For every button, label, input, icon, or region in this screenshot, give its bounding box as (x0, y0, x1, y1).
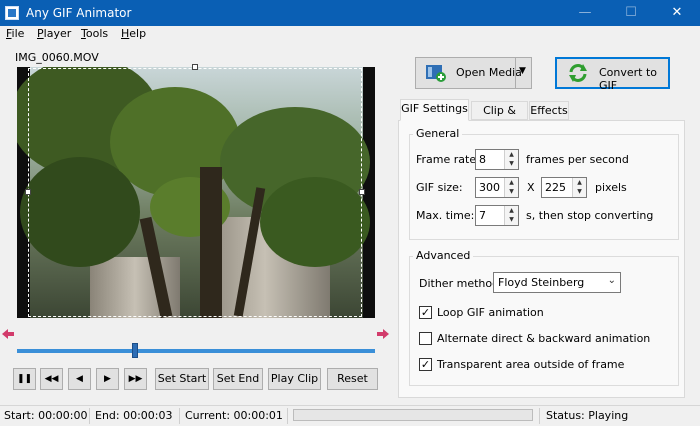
general-group-title: General (413, 127, 463, 140)
chevron-down-icon: ⌄ (607, 275, 616, 286)
spin-arrows-icon[interactable]: ▲ ▼ (504, 150, 518, 169)
menu-bar: File Player Tools Help (0, 26, 700, 44)
menu-tools[interactable]: Tools (81, 27, 108, 40)
maximize-button[interactable]: ☐ (608, 0, 654, 26)
open-media-button[interactable]: Open Media ▼ (415, 57, 532, 89)
tab-gif-settings[interactable]: GIF Settings (400, 99, 469, 121)
transparent-area-checkbox[interactable]: ✓ (419, 358, 432, 371)
max-time-value: 7 (479, 209, 486, 222)
timeline-thumb[interactable] (132, 343, 139, 358)
menu-file-rest: ile (11, 27, 25, 40)
spin-arrows-icon[interactable]: ▲ ▼ (504, 206, 518, 225)
menu-player-rest: layer (43, 27, 72, 40)
status-state: Status: Playing (546, 409, 629, 422)
clip-start-marker[interactable] (2, 328, 14, 340)
tab-clip-crop[interactable]: Clip & Crop (471, 101, 528, 134)
open-media-dropdown[interactable]: ▼ (519, 66, 526, 76)
convert-label: Convert to GIF (599, 66, 658, 92)
alternate-animation-label: Alternate direct & backward animation (437, 332, 651, 345)
reset-button[interactable]: Reset (327, 368, 378, 390)
split-divider (515, 58, 516, 88)
refresh-icon (569, 64, 587, 82)
gif-height-stepper[interactable]: 225 ▲ ▼ (541, 177, 587, 198)
play-clip-button[interactable]: Play Clip (268, 368, 321, 390)
status-divider (287, 408, 288, 424)
spin-down-icon[interactable]: ▼ (509, 216, 514, 223)
max-time-unit: s, then stop converting (526, 209, 654, 222)
transparent-area-label: Transparent area outside of frame (437, 358, 625, 371)
close-button[interactable]: ✕ (654, 0, 700, 26)
spin-down-icon[interactable]: ▼ (577, 188, 582, 195)
tab-effects[interactable]: Effects (529, 101, 569, 120)
gif-size-unit: pixels (595, 181, 627, 194)
max-time-label: Max. time: (416, 209, 475, 222)
gif-width-value: 300 (479, 181, 500, 194)
pause-button[interactable]: ❚❚ (13, 368, 36, 390)
media-icon (426, 65, 446, 82)
status-divider (89, 408, 90, 424)
max-time-stepper[interactable]: 7 ▲ ▼ (475, 205, 519, 226)
media-filename: IMG_0060.MOV (15, 51, 99, 64)
first-frame-button[interactable]: ◀◀ (40, 368, 63, 390)
convert-to-gif-button[interactable]: Convert to GIF (555, 57, 670, 92)
frame-rate-unit: frames per second (526, 153, 629, 166)
spin-arrows-icon[interactable]: ▲ ▼ (572, 178, 586, 197)
dither-method-select[interactable]: Floyd Steinberg ⌄ (493, 272, 621, 293)
menu-help[interactable]: Help (121, 27, 146, 40)
spin-up-icon[interactable]: ▲ (509, 179, 514, 186)
status-divider (179, 408, 180, 424)
open-media-label: Open Media (456, 66, 522, 79)
gif-width-stepper[interactable]: 300 ▲ ▼ (475, 177, 519, 198)
status-current: Current: 00:00:01 (185, 409, 283, 422)
menu-player[interactable]: Player (37, 27, 71, 40)
loop-animation-checkbox[interactable]: ✓ (419, 306, 432, 319)
window-title: Any GIF Animator (26, 6, 132, 20)
advanced-group-title: Advanced (413, 249, 474, 262)
dither-method-value: Floyd Steinberg (498, 276, 585, 289)
minimize-button[interactable]: — (562, 0, 608, 26)
crop-handle-right[interactable] (359, 189, 365, 195)
alternate-animation-checkbox[interactable] (419, 332, 432, 345)
prev-frame-button[interactable]: ◀ (68, 368, 91, 390)
menu-tools-rest: ools (85, 27, 109, 40)
set-start-button[interactable]: Set Start (155, 368, 209, 390)
spin-up-icon[interactable]: ▲ (577, 179, 582, 186)
set-end-button[interactable]: Set End (213, 368, 263, 390)
frame-rate-stepper[interactable]: 8 ▲ ▼ (475, 149, 519, 170)
spin-arrows-icon[interactable]: ▲ ▼ (504, 178, 518, 197)
title-bar: Any GIF Animator — ☐ ✕ (0, 0, 700, 26)
clip-end-marker[interactable] (377, 328, 389, 340)
next-frame-button[interactable]: ▶ (96, 368, 119, 390)
menu-player-accel: P (37, 27, 44, 40)
crop-handle-left[interactable] (25, 189, 31, 195)
frame-rate-label: Frame rate: (416, 153, 480, 166)
crop-handle-top[interactable] (192, 64, 198, 70)
dither-method-label: Dither method: (419, 277, 503, 290)
timeline-track[interactable] (17, 349, 375, 353)
gif-size-label: GIF size: (416, 181, 463, 194)
size-separator: X (527, 181, 535, 194)
status-start: Start: 00:00:00 (4, 409, 88, 422)
menu-file[interactable]: File (6, 27, 24, 40)
spin-up-icon[interactable]: ▲ (509, 207, 514, 214)
crop-frame[interactable] (28, 68, 362, 317)
status-divider (539, 408, 540, 424)
status-end: End: 00:00:03 (95, 409, 173, 422)
spin-down-icon[interactable]: ▼ (509, 188, 514, 195)
loop-animation-label: Loop GIF animation (437, 306, 544, 319)
last-frame-button[interactable]: ▶▶ (124, 368, 147, 390)
app-icon (5, 6, 19, 20)
gif-height-value: 225 (545, 181, 566, 194)
menu-help-rest: elp (129, 27, 147, 40)
spin-down-icon[interactable]: ▼ (509, 160, 514, 167)
frame-rate-value: 8 (479, 153, 486, 166)
conversion-progress-bar (293, 409, 533, 421)
spin-up-icon[interactable]: ▲ (509, 151, 514, 158)
